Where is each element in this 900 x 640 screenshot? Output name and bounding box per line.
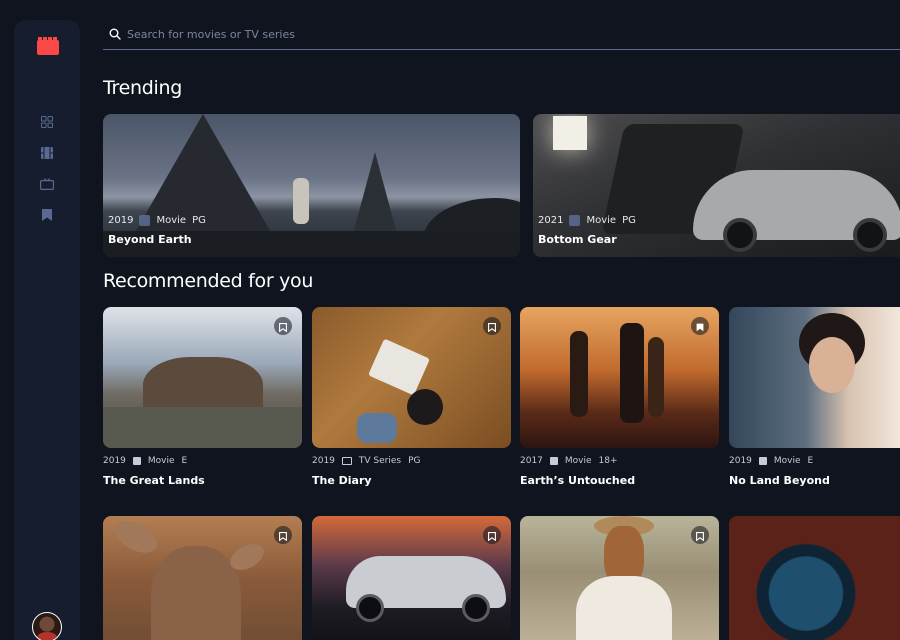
trending-card[interactable]: 2019 Movie PG Beyond Earth xyxy=(103,114,520,257)
scene-person xyxy=(648,337,664,417)
category-text: Movie xyxy=(564,456,592,466)
year-text: 2019 xyxy=(729,456,752,466)
bookmark-outline-icon xyxy=(279,526,287,545)
media-title[interactable]: No Land Beyond xyxy=(729,474,830,487)
media-title[interactable]: The Diary xyxy=(312,474,372,487)
scene-person xyxy=(570,331,588,417)
scene-wheel xyxy=(853,218,887,252)
sidebar-item-bookmarks[interactable] xyxy=(39,207,55,223)
category-text: TV Series xyxy=(358,456,402,466)
thumbnail[interactable] xyxy=(520,307,719,448)
year-text: 2019 xyxy=(312,456,335,466)
bookmark-button[interactable] xyxy=(483,317,501,335)
thumbnail[interactable] xyxy=(312,307,511,448)
rating-text: 18+ xyxy=(598,456,618,466)
sidebar-item-movies[interactable] xyxy=(39,145,55,161)
film-icon xyxy=(569,215,581,226)
bookmark-outline-icon xyxy=(696,526,704,545)
scene-figure xyxy=(293,178,309,224)
thumbnail[interactable] xyxy=(729,307,900,448)
category-text: Movie xyxy=(586,215,617,226)
trending-meta: 2019 Movie PG xyxy=(108,215,206,226)
trending-title: Beyond Earth xyxy=(108,233,192,246)
search-input[interactable] xyxy=(127,24,627,44)
scene-wheel xyxy=(723,218,757,252)
scene-light xyxy=(553,116,587,150)
film-icon xyxy=(132,457,141,465)
bookmark-outline-icon xyxy=(488,317,496,336)
media-meta: 2017 Movie 18+ xyxy=(520,456,618,466)
year-text: 2021 xyxy=(538,215,564,226)
scene-person xyxy=(620,323,644,423)
bookmark-filled-icon xyxy=(696,317,704,336)
scene-wheel xyxy=(356,594,384,622)
thumbnail[interactable] xyxy=(312,516,511,640)
trending-heading: Trending xyxy=(103,77,182,99)
scene-paper xyxy=(368,338,430,396)
thumbnail[interactable] xyxy=(520,516,719,640)
media-meta: 2019 TV Series PG xyxy=(312,456,421,466)
sidebar-item-tv-series[interactable] xyxy=(39,176,55,192)
bookmark-button[interactable] xyxy=(691,317,709,335)
trending-card[interactable]: 2021 Movie PG Bottom Gear xyxy=(533,114,900,257)
tv-icon xyxy=(40,175,55,194)
year-text: 2017 xyxy=(520,456,543,466)
rating-text: PG xyxy=(622,215,636,226)
rating-text: PG xyxy=(408,456,421,466)
thumbnail[interactable] xyxy=(103,516,302,640)
scene-sleeve xyxy=(357,413,397,443)
bookmark-outline-icon xyxy=(488,526,496,545)
year-text: 2019 xyxy=(108,215,134,226)
rating-text: E xyxy=(181,456,188,466)
category-text: Movie xyxy=(773,456,801,466)
trending-meta: 2021 Movie PG xyxy=(538,215,636,226)
bookmark-button[interactable] xyxy=(691,526,709,544)
film-icon xyxy=(139,215,151,226)
category-text: Movie xyxy=(156,215,187,226)
scene-face xyxy=(809,337,855,393)
bookmark-outline-icon xyxy=(279,317,287,336)
thumbnail[interactable] xyxy=(729,516,900,640)
sidebar xyxy=(14,20,80,640)
category-text: Movie xyxy=(147,456,175,466)
avatar[interactable] xyxy=(32,612,62,640)
scene-valley xyxy=(103,407,302,448)
bookmark-button[interactable] xyxy=(274,317,292,335)
grid-icon xyxy=(41,113,53,132)
bookmark-button[interactable] xyxy=(483,526,501,544)
rating-text: E xyxy=(807,456,814,466)
scene-cup xyxy=(407,389,443,425)
media-title[interactable]: The Great Lands xyxy=(103,474,205,487)
sidebar-item-home[interactable] xyxy=(39,114,55,130)
scene-sweater xyxy=(576,576,672,640)
year-text: 2019 xyxy=(103,456,126,466)
media-meta: 2019 Movie E xyxy=(729,456,813,466)
recommended-heading: Recommended for you xyxy=(103,270,314,292)
logo-icon[interactable] xyxy=(37,37,59,55)
scene-wheel xyxy=(462,594,490,622)
scene-deer xyxy=(151,546,241,640)
media-title[interactable]: Earth’s Untouched xyxy=(520,474,635,487)
thumbnail[interactable] xyxy=(103,307,302,448)
bookmark-button[interactable] xyxy=(274,526,292,544)
film-icon xyxy=(549,457,558,465)
film-icon xyxy=(41,144,53,163)
trending-title: Bottom Gear xyxy=(538,233,617,246)
bookmark-icon xyxy=(42,206,52,225)
scene-ear xyxy=(109,516,163,560)
search-bar xyxy=(103,22,900,50)
tv-icon xyxy=(341,457,352,465)
rating-text: PG xyxy=(192,215,206,226)
media-meta: 2019 Movie E xyxy=(103,456,187,466)
search-icon xyxy=(109,25,123,40)
scene-peak xyxy=(353,152,397,234)
film-icon xyxy=(758,457,767,465)
